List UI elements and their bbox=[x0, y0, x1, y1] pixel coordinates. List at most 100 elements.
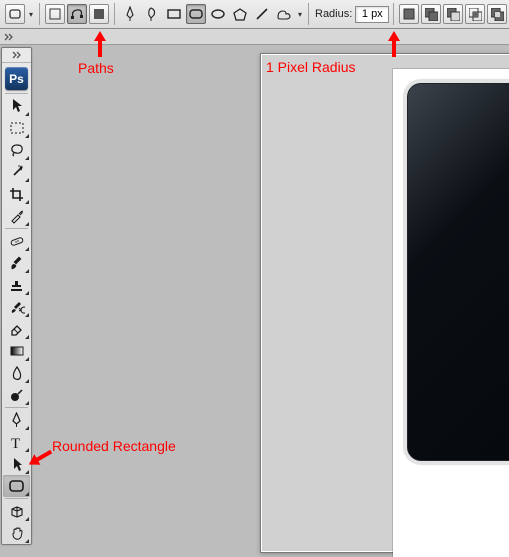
radius-label: Radius: bbox=[315, 8, 352, 20]
app-logo: Ps bbox=[5, 67, 28, 90]
line-icon bbox=[255, 7, 269, 21]
dodge-icon bbox=[9, 388, 24, 403]
separator bbox=[393, 3, 394, 25]
hand-icon bbox=[10, 526, 24, 541]
bandage-icon bbox=[9, 234, 25, 248]
divider bbox=[5, 407, 28, 408]
pathop-new-button[interactable] bbox=[399, 4, 419, 24]
tool-eraser[interactable] bbox=[3, 318, 30, 340]
move-icon bbox=[10, 98, 24, 114]
options-bar: ▾ bbox=[0, 0, 509, 29]
pathop-add-button[interactable] bbox=[421, 4, 441, 24]
history-brush-icon bbox=[9, 300, 25, 315]
pathop-exclude-button[interactable] bbox=[487, 4, 507, 24]
annotation-paths: Paths bbox=[78, 60, 114, 76]
shape-custom-button[interactable] bbox=[274, 4, 294, 24]
separator bbox=[39, 3, 40, 25]
separator bbox=[308, 3, 309, 25]
dock-strip bbox=[0, 29, 509, 45]
chevron-down-icon[interactable]: ▾ bbox=[27, 10, 35, 19]
freeform-pen-button[interactable] bbox=[142, 4, 162, 24]
lasso-icon bbox=[9, 143, 24, 157]
tools-panel: Ps bbox=[1, 47, 32, 545]
rounded-rectangle-icon bbox=[189, 8, 203, 20]
radius-input[interactable] bbox=[355, 6, 389, 23]
double-chevron-right-icon bbox=[12, 51, 22, 59]
tool-dodge[interactable] bbox=[3, 384, 30, 406]
dock-expand-handle[interactable] bbox=[3, 31, 15, 42]
tools-panel-collapse[interactable] bbox=[2, 48, 31, 63]
divider bbox=[5, 93, 28, 94]
chevron-down-icon[interactable]: ▾ bbox=[296, 10, 304, 19]
artwork-dark-rounded-shape bbox=[407, 83, 509, 461]
pen-tool-button[interactable] bbox=[120, 4, 140, 24]
tool-healing-brush[interactable] bbox=[3, 230, 30, 252]
custom-shape-icon bbox=[276, 7, 292, 21]
canvas[interactable] bbox=[393, 69, 509, 557]
svg-text:T: T bbox=[11, 436, 20, 449]
tool-pen[interactable] bbox=[3, 409, 30, 431]
tool-gradient[interactable] bbox=[3, 340, 30, 362]
shape-rectangle-button[interactable] bbox=[164, 4, 184, 24]
mode-shape-layers-button[interactable] bbox=[45, 4, 65, 24]
pathop-add-icon bbox=[425, 8, 438, 21]
separator bbox=[114, 3, 115, 25]
brush-icon bbox=[9, 255, 24, 271]
divider bbox=[5, 498, 28, 499]
fill-pixels-icon bbox=[93, 8, 105, 20]
tool-brush[interactable] bbox=[3, 252, 30, 274]
magic-wand-icon bbox=[9, 165, 24, 180]
tool-rounded-rectangle[interactable] bbox=[3, 475, 30, 497]
pen-icon bbox=[123, 6, 137, 22]
polygon-icon bbox=[233, 8, 247, 21]
pathop-subtract-icon bbox=[447, 8, 460, 21]
path-selection-icon bbox=[11, 457, 23, 472]
mode-paths-button[interactable] bbox=[67, 4, 87, 24]
marquee-icon bbox=[10, 122, 24, 134]
pathop-intersect-icon bbox=[469, 8, 482, 21]
divider bbox=[5, 228, 28, 229]
document-window bbox=[260, 53, 509, 553]
ellipse-icon bbox=[211, 8, 225, 20]
pathop-subtract-button[interactable] bbox=[443, 4, 463, 24]
type-icon: T bbox=[10, 435, 23, 449]
tool-type[interactable]: T bbox=[3, 431, 30, 453]
rectangle-icon bbox=[167, 8, 181, 20]
tool-marquee[interactable] bbox=[3, 117, 30, 139]
pen-icon bbox=[10, 412, 23, 428]
pathop-intersect-button[interactable] bbox=[465, 4, 485, 24]
tool-magic-wand[interactable] bbox=[3, 161, 30, 183]
shape-ellipse-button[interactable] bbox=[208, 4, 228, 24]
shape-polygon-button[interactable] bbox=[230, 4, 250, 24]
droplet-icon bbox=[11, 366, 23, 381]
paths-icon bbox=[70, 8, 84, 20]
annotation-rounded-rectangle: Rounded Rectangle bbox=[52, 438, 176, 454]
tool-crop[interactable] bbox=[3, 183, 30, 205]
shape-line-button[interactable] bbox=[252, 4, 272, 24]
gradient-icon bbox=[10, 345, 24, 357]
tool-preset-button[interactable] bbox=[5, 4, 25, 24]
tool-path-selection[interactable] bbox=[3, 453, 30, 475]
rounded-rectangle-icon bbox=[9, 480, 24, 492]
mode-fill-pixels-button[interactable] bbox=[89, 4, 109, 24]
pathop-exclude-icon bbox=[491, 8, 504, 21]
eyedropper-icon bbox=[9, 209, 24, 224]
tool-hand[interactable] bbox=[3, 522, 30, 544]
crop-icon bbox=[9, 187, 24, 202]
eraser-icon bbox=[9, 323, 24, 336]
double-chevron-right-icon bbox=[4, 33, 14, 41]
tool-eyedropper[interactable] bbox=[3, 205, 30, 227]
tool-lasso[interactable] bbox=[3, 139, 30, 161]
shape-layers-icon bbox=[49, 8, 61, 20]
tool-history-brush[interactable] bbox=[3, 296, 30, 318]
freeform-pen-icon bbox=[145, 6, 159, 22]
tool-move[interactable] bbox=[3, 95, 30, 117]
stamp-icon bbox=[9, 278, 24, 293]
rounded-rect-glyph-icon bbox=[9, 9, 21, 19]
shape-rounded-rectangle-button[interactable] bbox=[186, 4, 206, 24]
tool-blur[interactable] bbox=[3, 362, 30, 384]
tool-clone-stamp[interactable] bbox=[3, 274, 30, 296]
workspace: Paths 1 Pixel Radius Rounded Rectangle bbox=[36, 45, 509, 519]
cube-icon bbox=[9, 504, 24, 519]
pathop-new-icon bbox=[403, 8, 415, 20]
